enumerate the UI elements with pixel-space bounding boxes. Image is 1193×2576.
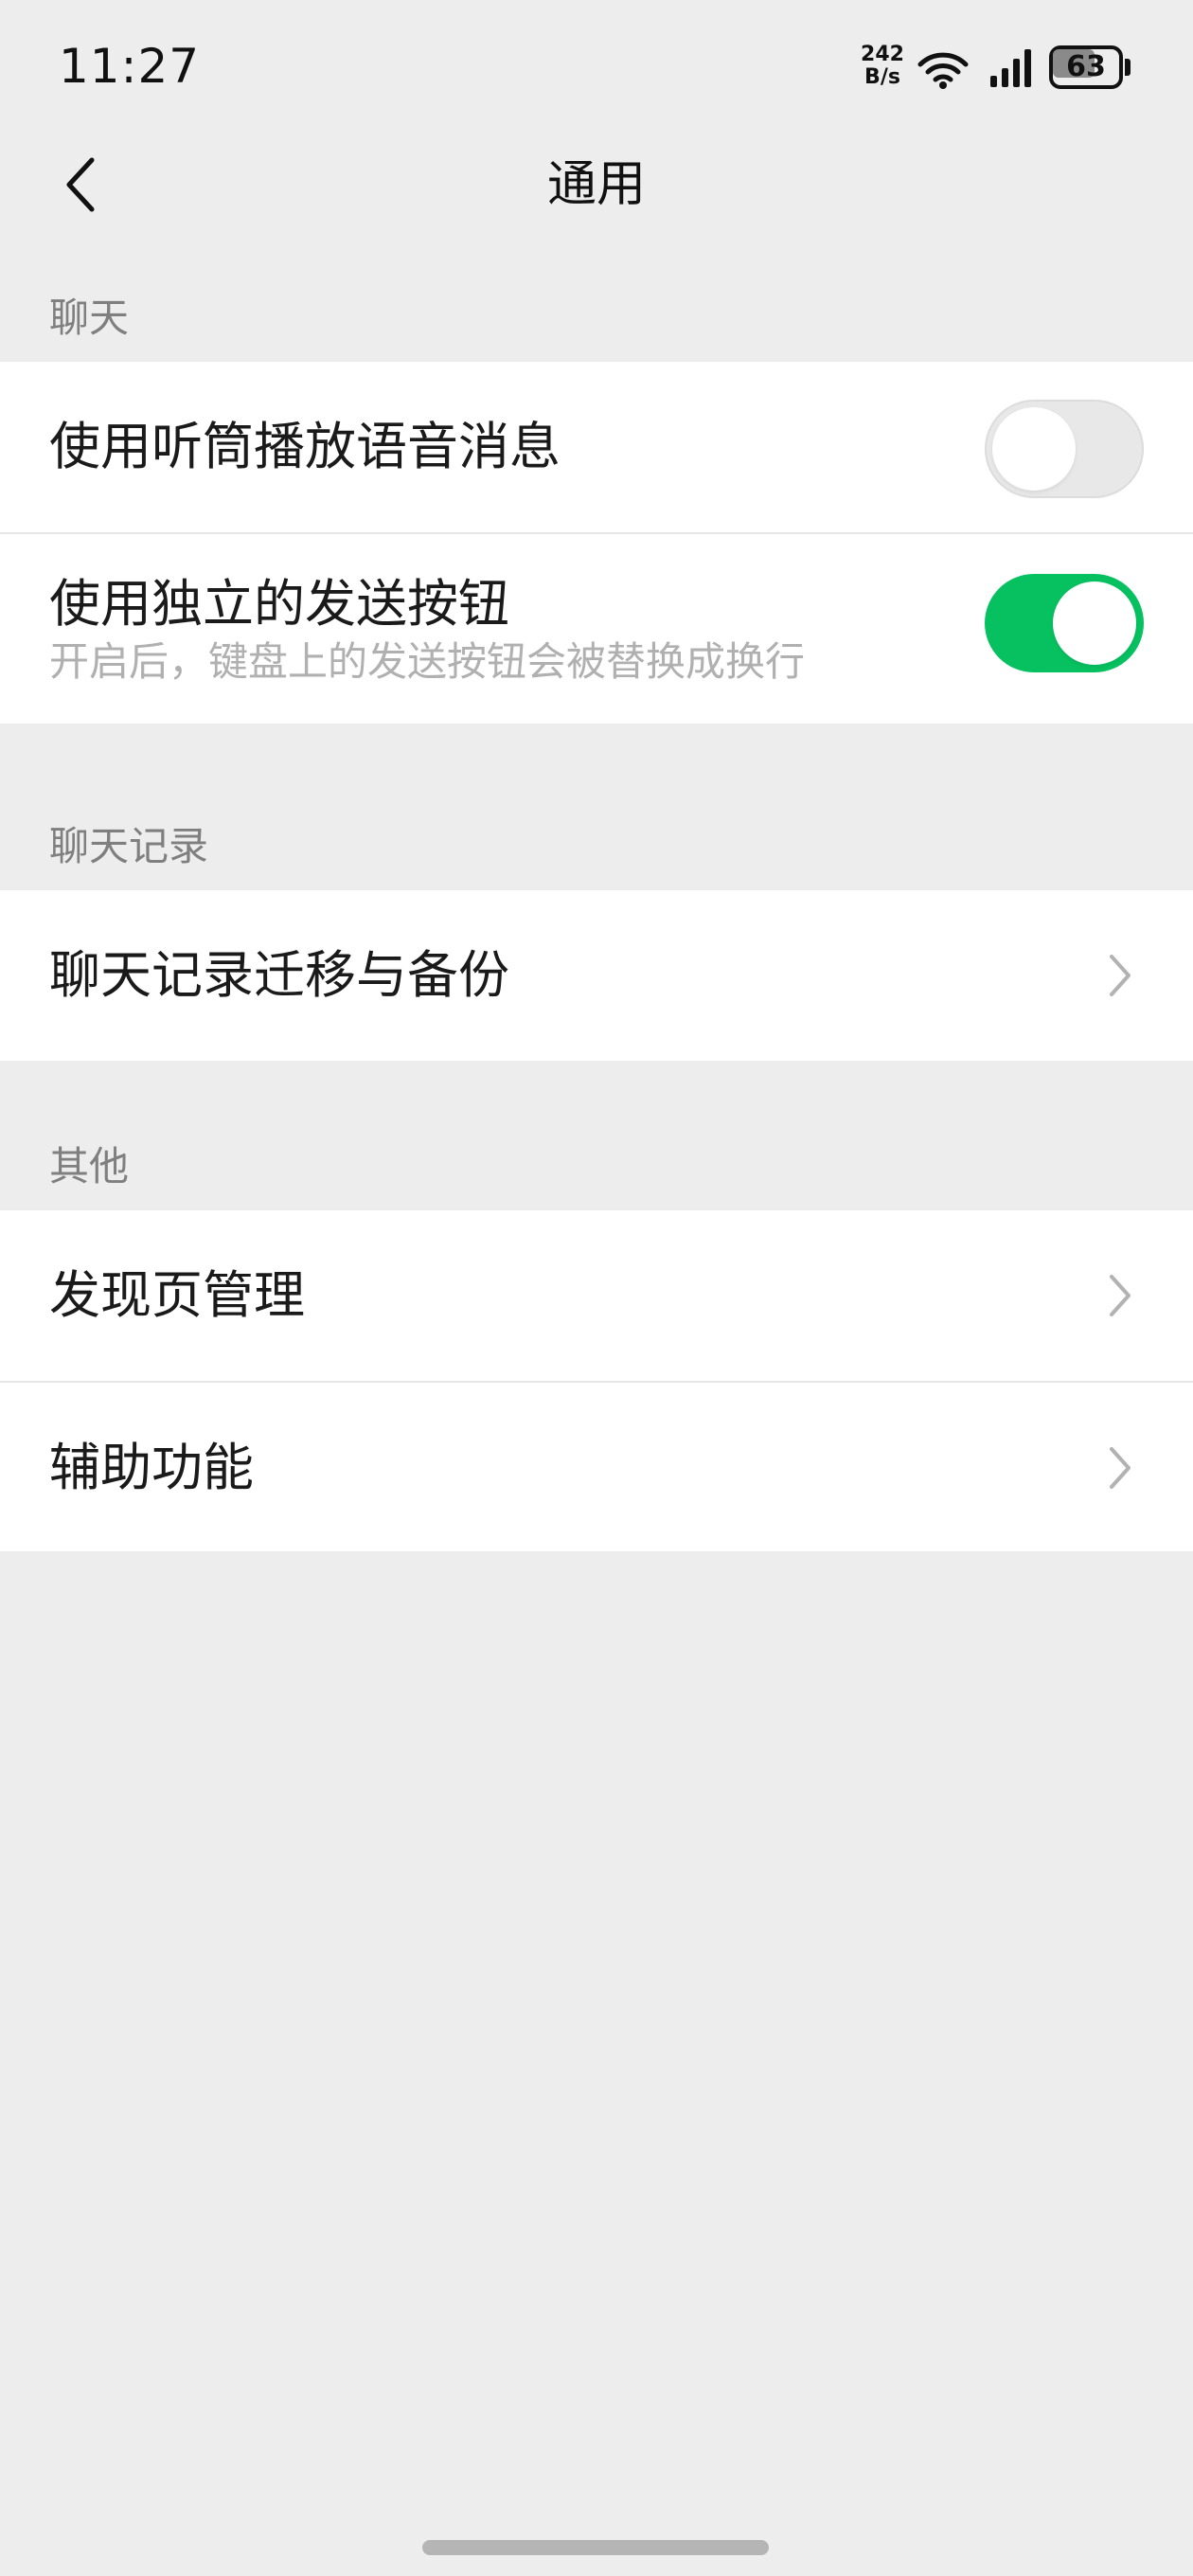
setting-title: 辅助功能	[49, 1438, 254, 1497]
back-button[interactable]	[38, 142, 123, 227]
toggle-knob	[992, 407, 1076, 491]
setting-row-discover-management[interactable]: 发现页管理	[0, 1210, 1193, 1383]
setting-title: 使用独立的发送按钮	[49, 574, 509, 634]
section-header-chat: 聊天	[49, 295, 130, 341]
setting-title: 使用听筒播放语音消息	[49, 417, 561, 476]
status-time: 11:27	[59, 39, 201, 94]
chat-settings-group: 使用听筒播放语音消息 使用独立的发送按钮 开启后，键盘上的发送按钮会被替换成换行	[0, 362, 1193, 724]
navigation-bar: 通用	[0, 133, 1193, 237]
other-settings-group: 发现页管理 辅助功能	[0, 1210, 1193, 1551]
network-speed-value: 242	[861, 43, 904, 66]
chat-history-group: 聊天记录迁移与备份	[0, 890, 1193, 1061]
chevron-right-icon	[1110, 1447, 1131, 1489]
chevron-left-icon	[66, 157, 95, 212]
setting-title: 聊天记录迁移与备份	[49, 945, 509, 1005]
setting-description: 开启后，键盘上的发送按钮会被替换成换行	[49, 638, 806, 685]
network-speed: 242 B/s	[857, 44, 908, 89]
setting-row-chat-history-migration[interactable]: 聊天记录迁移与备份	[0, 890, 1193, 1061]
earpiece-voice-toggle[interactable]	[985, 400, 1144, 498]
network-speed-unit: B/s	[864, 65, 900, 89]
battery-icon: 63	[1049, 45, 1131, 89]
section-header-chat-history: 聊天记录	[49, 823, 209, 869]
status-bar: 11:27 242 B/s 63	[0, 0, 1193, 133]
chevron-right-icon	[1110, 955, 1131, 996]
setting-row-earpiece-voice[interactable]: 使用听筒播放语音消息	[0, 362, 1193, 534]
chevron-right-icon	[1110, 1275, 1131, 1316]
wifi-icon	[917, 52, 969, 89]
section-header-other: 其他	[49, 1143, 130, 1190]
general-settings-page: 11:27 242 B/s 63 通用 聊天 使用听筒播放语音消息 使用独立的发…	[0, 0, 1193, 2576]
setting-title: 发现页管理	[49, 1265, 305, 1325]
home-indicator[interactable]	[422, 2540, 769, 2555]
setting-row-accessibility[interactable]: 辅助功能	[0, 1383, 1193, 1551]
cell-signal-icon	[990, 49, 1031, 87]
setting-row-separate-send-button[interactable]: 使用独立的发送按钮 开启后，键盘上的发送按钮会被替换成换行	[0, 534, 1193, 724]
page-title: 通用	[546, 156, 646, 213]
separate-send-button-toggle[interactable]	[985, 574, 1144, 672]
battery-level: 63	[1066, 50, 1106, 83]
toggle-knob	[1053, 581, 1136, 665]
